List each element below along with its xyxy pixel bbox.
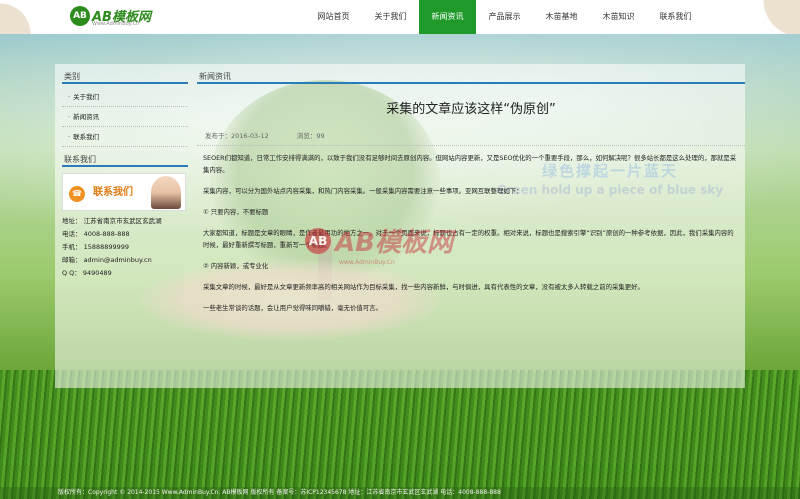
article-paragraph: 大家都知道，标题是文章的眼睛，是作者最用功的地方之一。对于一个页面来说，标题也占… [203, 229, 734, 249]
contact-phone: 电话： 4008-888-888 [62, 230, 130, 238]
phone-icon: ☎ [69, 186, 85, 202]
header-flourish-left [0, 0, 60, 34]
contact-address: 地址： 江苏省南京市玄武区玄武湖 [62, 217, 162, 225]
nav-item-base[interactable]: 木苗基地 [533, 0, 590, 34]
nav-item-contact[interactable]: 联系我们 [647, 0, 704, 34]
customer-service-avatar [151, 176, 181, 209]
contact-title: 联系我们 [62, 153, 188, 167]
article-paragraph: ② 内容新颖，或专业化 [203, 262, 269, 270]
footer-text: 版权所有：Copyright © 2014-2015 Www.AdminBuy.… [58, 489, 501, 496]
contact-banner: ☎ 联系我们 [62, 173, 186, 211]
nav-item-knowledge[interactable]: 木苗知识 [590, 0, 647, 34]
category-item-news[interactable]: 新闻资讯 [62, 107, 188, 127]
main-nav: 网站首页 关于我们 新闻资讯 产品展示 木苗基地 木苗知识 联系我们 [305, 0, 704, 34]
logo-subtitle: Www.AdminBuy.Cn [92, 21, 140, 27]
site-header: AB AB模板网 Www.AdminBuy.Cn 网站首页 关于我们 新闻资讯 … [0, 0, 800, 34]
category-item-contact[interactable]: 联系我们 [62, 127, 188, 147]
logo-badge: AB [70, 6, 90, 26]
article-paragraph: 一些老生常谈的话题，会让用户觉得味同嚼蜡，毫无价值可言。 [203, 304, 382, 312]
nav-item-products[interactable]: 产品展示 [476, 0, 533, 34]
article-body: SEOER们都知道，日常工作安排得满满的，以致于我们没有足够时间去原创内容。但网… [197, 145, 745, 314]
category-title: 类别 [62, 70, 188, 84]
article-meta: 发布于：2016-03-12 浏览：99 [197, 130, 745, 140]
section-title: 新闻资讯 [197, 70, 745, 84]
article-paragraph: SEOER们都知道，日常工作安排得满满的，以致于我们没有足够时间去原创内容。但网… [203, 154, 737, 174]
site-logo[interactable]: AB AB模板网 Www.AdminBuy.Cn [70, 6, 160, 30]
contact-email: 邮箱： admin@adminbuy.cn [62, 256, 152, 264]
category-list: 关于我们 新闻资讯 联系我们 [62, 84, 188, 147]
article-paragraph: ① 只要内容，不要标题 [203, 208, 269, 216]
background-grass [0, 370, 800, 499]
nav-item-home[interactable]: 网站首页 [305, 0, 362, 34]
article-paragraph: 采集文章的时候，最好是从文章更新频率高的相关网站作为目标采集，找一些内容新鲜，与… [203, 283, 644, 291]
article-paragraph: 采集内容，可以分为国外站点内容采集，和热门内容采集。一般采集内容需要注意一些事项… [203, 187, 523, 195]
contact-qq: Q Q： 9490489 [62, 269, 112, 277]
article-views: 浏览：99 [296, 132, 325, 140]
nav-item-news[interactable]: 新闻资讯 [419, 0, 476, 34]
nav-item-about[interactable]: 关于我们 [362, 0, 419, 34]
category-item-about[interactable]: 关于我们 [62, 87, 188, 107]
header-flourish-right [720, 0, 800, 34]
article-title: 采集的文章应该这样“伪原创” [386, 102, 556, 117]
article-date: 发布于：2016-03-12 [205, 132, 269, 140]
sidebar: 类别 关于我们 新闻资讯 联系我们 联系我们 ☎ 联系我们 地址： 江苏省南京市… [62, 70, 188, 280]
contact-mobile: 手机： 15888899999 [62, 243, 130, 251]
article-area: 新闻资讯 采集的文章应该这样“伪原创” 发布于：2016-03-12 浏览：99… [197, 70, 745, 323]
contact-banner-text: 联系我们 [93, 187, 133, 198]
content-panel: 类别 关于我们 新闻资讯 联系我们 联系我们 ☎ 联系我们 地址： 江苏省南京市… [55, 64, 745, 388]
site-footer: 版权所有：Copyright © 2014-2015 Www.AdminBuy.… [0, 487, 800, 499]
